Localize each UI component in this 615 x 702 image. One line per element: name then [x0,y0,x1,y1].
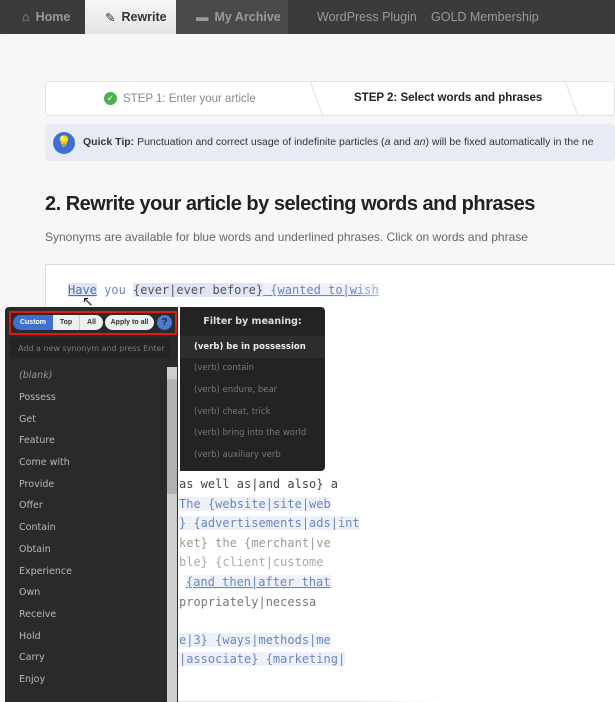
synonym-item[interactable]: Come with [5,452,165,474]
meaning-item[interactable]: (verb) bring into the world [180,422,325,444]
synonym-item[interactable]: (blank) [5,365,165,387]
meaning-item[interactable]: (verb) cheat, trick [180,401,325,423]
filter-title: Filter by meaning: [203,316,302,327]
step-1[interactable]: ✓ STEP 1: Enter your article [104,92,256,105]
apply-to-all-button[interactable]: Apply to all [105,315,154,330]
synonym-list: (blank) Possess Get Feature Come with Provide… [5,365,165,690]
synonym-item[interactable]: Obtain [5,539,165,561]
synonym-item[interactable]: Carry [5,647,165,669]
synonym-item[interactable]: Hold [5,625,165,647]
step-divider [549,82,579,115]
pencil-icon: ✎ [105,10,116,25]
archive-icon: ▬ [196,10,209,24]
synonym-item[interactable]: Experience [5,560,165,582]
lightbulb-icon: 💡 [53,131,75,154]
meaning-item[interactable]: (verb) be in possession [180,336,325,358]
nav-rewrite[interactable]: ✎ Rewrite [85,0,176,34]
synonym-item[interactable]: Possess [5,387,165,409]
top-nav: ⌂ Home ✎ Rewrite ▬ My Archive WordPress Plu… [0,0,615,34]
page-title: 2. Rewrite your article by selecting wor… [45,193,535,215]
meaning-item[interactable]: (verb) auxiliary verb [180,444,325,466]
tip-text: Quick Tip: Punctuation and correct usage… [83,135,594,148]
synonym-item[interactable]: Offer [5,495,165,517]
nav-gold-membership[interactable]: GOLD Membership [428,0,548,34]
synonym-item[interactable]: Feature [5,430,165,452]
synonym-panel: Custom Top All Apply to all ? (blank)Pos… [5,307,178,702]
check-icon: ✓ [104,92,117,105]
mode-top-button[interactable]: Top [53,315,79,330]
nav-wordpress-plugin[interactable]: WordPress Plugin [288,0,428,34]
synonym-group[interactable]: {ever|ever before} [133,283,264,297]
synonym-item[interactable]: Receive [5,604,165,626]
meaning-item[interactable]: (verb) contain [180,358,325,380]
help-icon[interactable]: ? [157,315,172,330]
meaning-filter-panel: Filter by meaning: (verb) be in possessi… [180,307,325,471]
scrollbar[interactable] [167,367,177,702]
meaning-item[interactable]: (verb) endure, bear [180,379,325,401]
synonym-item[interactable]: Provide [5,473,165,495]
mode-all-button[interactable]: All [79,315,103,330]
scrollbar-thumb[interactable] [167,379,177,494]
home-icon: ⌂ [22,10,30,24]
add-synonym-input[interactable] [11,338,171,358]
step-divider [294,82,324,115]
synonym-item[interactable]: Own [5,582,165,604]
meaning-list: (verb) be in possession (verb) contain (ve… [180,336,325,466]
page-subtitle: Synonyms are available for blue words an… [45,230,528,244]
synonym-item[interactable]: Enjoy [5,669,165,691]
step-2: STEP 2: Select words and phrases [354,92,543,104]
steps-bar: ✓ STEP 1: Enter your article STEP 2: Sele… [45,81,615,116]
editor-line: Have you {ever|ever before} {wanted to|w… [68,283,379,297]
nav-home[interactable]: ⌂ Home [0,0,85,34]
synonym-item[interactable]: Get [5,408,165,430]
blur-overlay [360,265,615,702]
mode-custom-button[interactable]: Custom [13,315,53,330]
synonym-item[interactable]: Contain [5,517,165,539]
quick-tip: 💡 Quick Tip: Punctuation and correct usa… [45,124,615,161]
nav-my-archive[interactable]: ▬ My Archive [176,0,288,34]
synonym-popup: Custom Top All Apply to all ? (blank)Pos… [5,307,325,702]
